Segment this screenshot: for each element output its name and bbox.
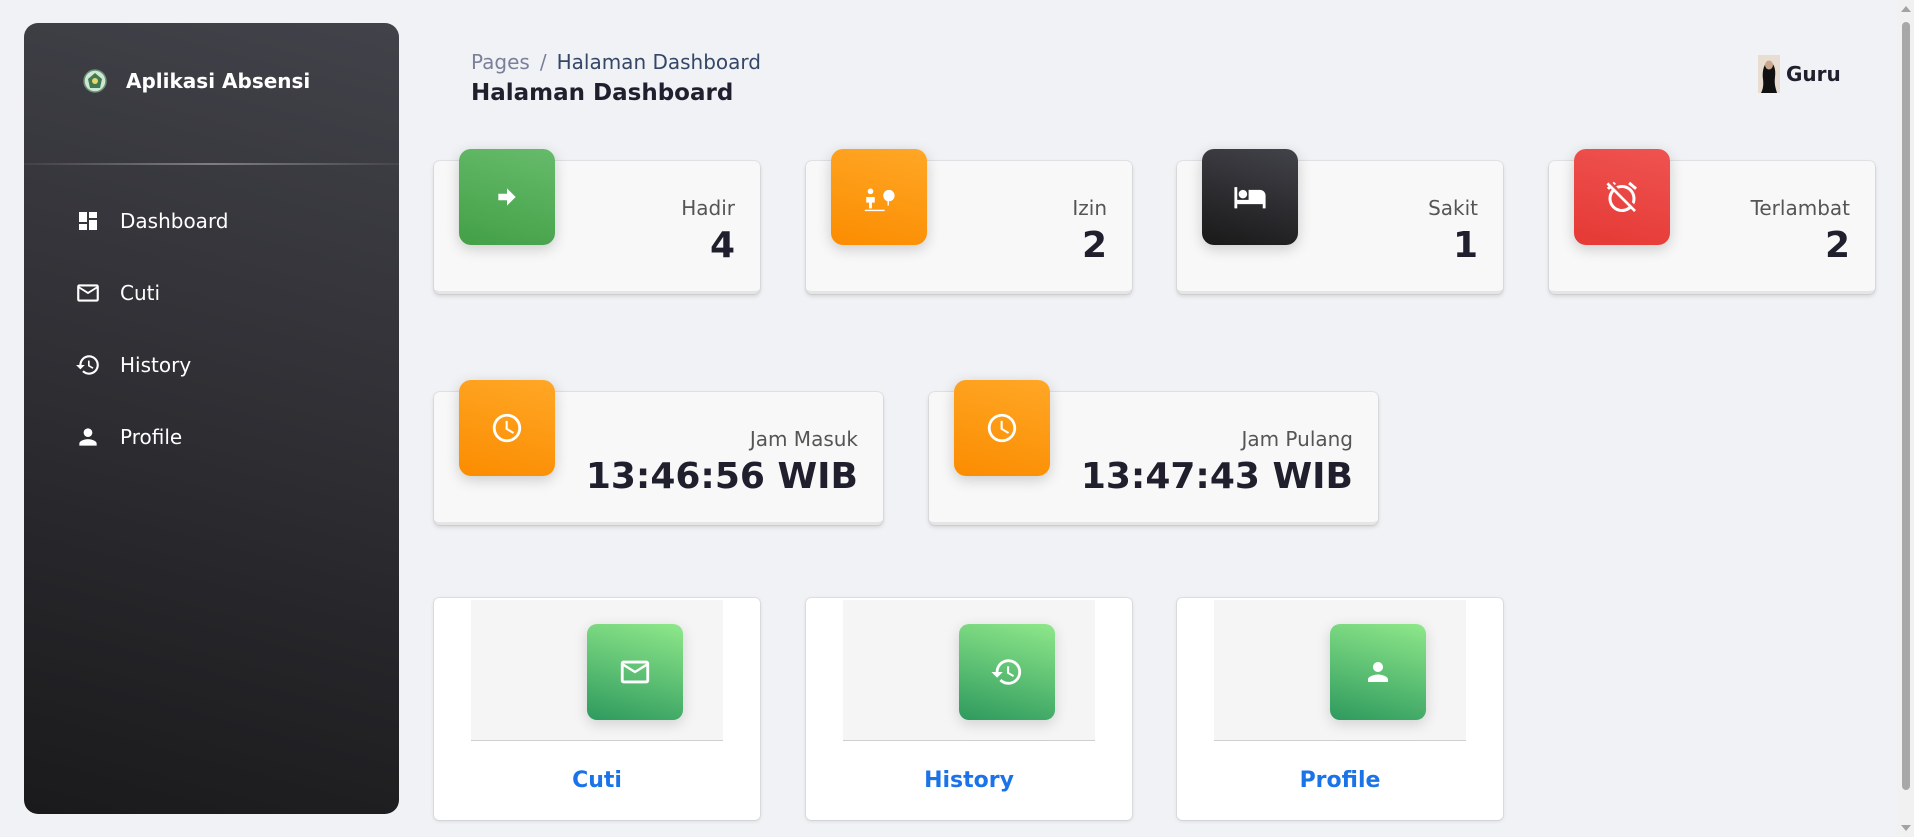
stat-value: 2 (1824, 225, 1850, 266)
brand[interactable]: Aplikasi Absensi (24, 23, 399, 139)
sidebar-item-label: Cuti (120, 281, 161, 305)
mail-icon (74, 279, 102, 307)
arrow-right-icon (459, 149, 555, 245)
stat-value: 2 (1081, 225, 1107, 266)
sidebar-item-history[interactable]: History (24, 329, 399, 401)
sidebar-item-dashboard[interactable]: Dashboard (24, 185, 399, 257)
history-icon (959, 624, 1055, 720)
link-card-cuti[interactable]: Cuti (434, 598, 760, 820)
time-label: Jam Masuk (749, 427, 858, 451)
sidebar-item-label: Dashboard (120, 209, 229, 233)
stat-card-sakit: Sakit 1 (1177, 149, 1503, 294)
sidebar-item-cuti[interactable]: Cuti (24, 257, 399, 329)
user-name: Guru (1786, 62, 1841, 86)
stat-value: 4 (709, 225, 735, 266)
link-card-header (1214, 600, 1466, 741)
school-logo-icon (83, 69, 107, 93)
sidebar-item-profile[interactable]: Profile (24, 401, 399, 473)
scroll-up-icon[interactable] (1901, 6, 1911, 12)
stat-label: Terlambat (1750, 196, 1850, 220)
clock-icon (459, 380, 555, 476)
time-card-jam-masuk: Jam Masuk 13:46:56 WIB (434, 380, 883, 525)
alarm-off-icon (1574, 149, 1670, 245)
link-card-history[interactable]: History (806, 598, 1132, 820)
link-card-header (843, 600, 1095, 741)
link-card-header (471, 600, 723, 741)
person-icon (74, 423, 102, 451)
person-tree-icon (831, 149, 927, 245)
scrollbar-thumb[interactable] (1902, 22, 1910, 790)
link-cuti[interactable]: Cuti (434, 768, 760, 793)
stat-label: Izin (1072, 196, 1107, 220)
time-card-jam-pulang: Jam Pulang 13:47:43 WIB (929, 380, 1378, 525)
sidebar-nav: Dashboard Cuti History Profile (24, 185, 399, 473)
vertical-scrollbar[interactable] (1897, 0, 1914, 837)
sidebar-divider (24, 163, 399, 165)
sidebar-item-label: History (120, 353, 192, 377)
stat-label: Hadir (681, 196, 735, 220)
history-icon (74, 351, 102, 379)
user-menu[interactable]: Guru (1758, 55, 1841, 93)
bed-icon (1202, 149, 1298, 245)
clock-icon (954, 380, 1050, 476)
scroll-down-icon[interactable] (1901, 825, 1911, 831)
time-value: 13:47:43 WIB (1080, 456, 1353, 497)
stat-card-izin: Izin 2 (806, 149, 1132, 294)
stat-label: Sakit (1428, 196, 1478, 220)
mail-icon (587, 624, 683, 720)
stat-value: 1 (1452, 225, 1478, 266)
breadcrumb: Pages / Halaman Dashboard (471, 50, 761, 74)
page-title: Halaman Dashboard (471, 80, 734, 106)
breadcrumb-current: Halaman Dashboard (556, 50, 761, 74)
breadcrumb-separator: / (539, 50, 547, 74)
brand-name: Aplikasi Absensi (126, 69, 311, 93)
time-value: 13:46:56 WIB (585, 456, 858, 497)
stat-card-hadir: Hadir 4 (434, 149, 760, 294)
avatar (1758, 55, 1780, 93)
dashboard-icon (74, 207, 102, 235)
sidebar: Aplikasi Absensi Dashboard Cuti History (24, 23, 399, 814)
link-profile[interactable]: Profile (1177, 768, 1503, 793)
person-icon (1330, 624, 1426, 720)
breadcrumb-root[interactable]: Pages (471, 50, 530, 74)
time-label: Jam Pulang (1241, 427, 1353, 451)
sidebar-item-label: Profile (120, 425, 183, 449)
link-history[interactable]: History (806, 768, 1132, 793)
stat-card-terlambat: Terlambat 2 (1549, 149, 1875, 294)
link-card-profile[interactable]: Profile (1177, 598, 1503, 820)
